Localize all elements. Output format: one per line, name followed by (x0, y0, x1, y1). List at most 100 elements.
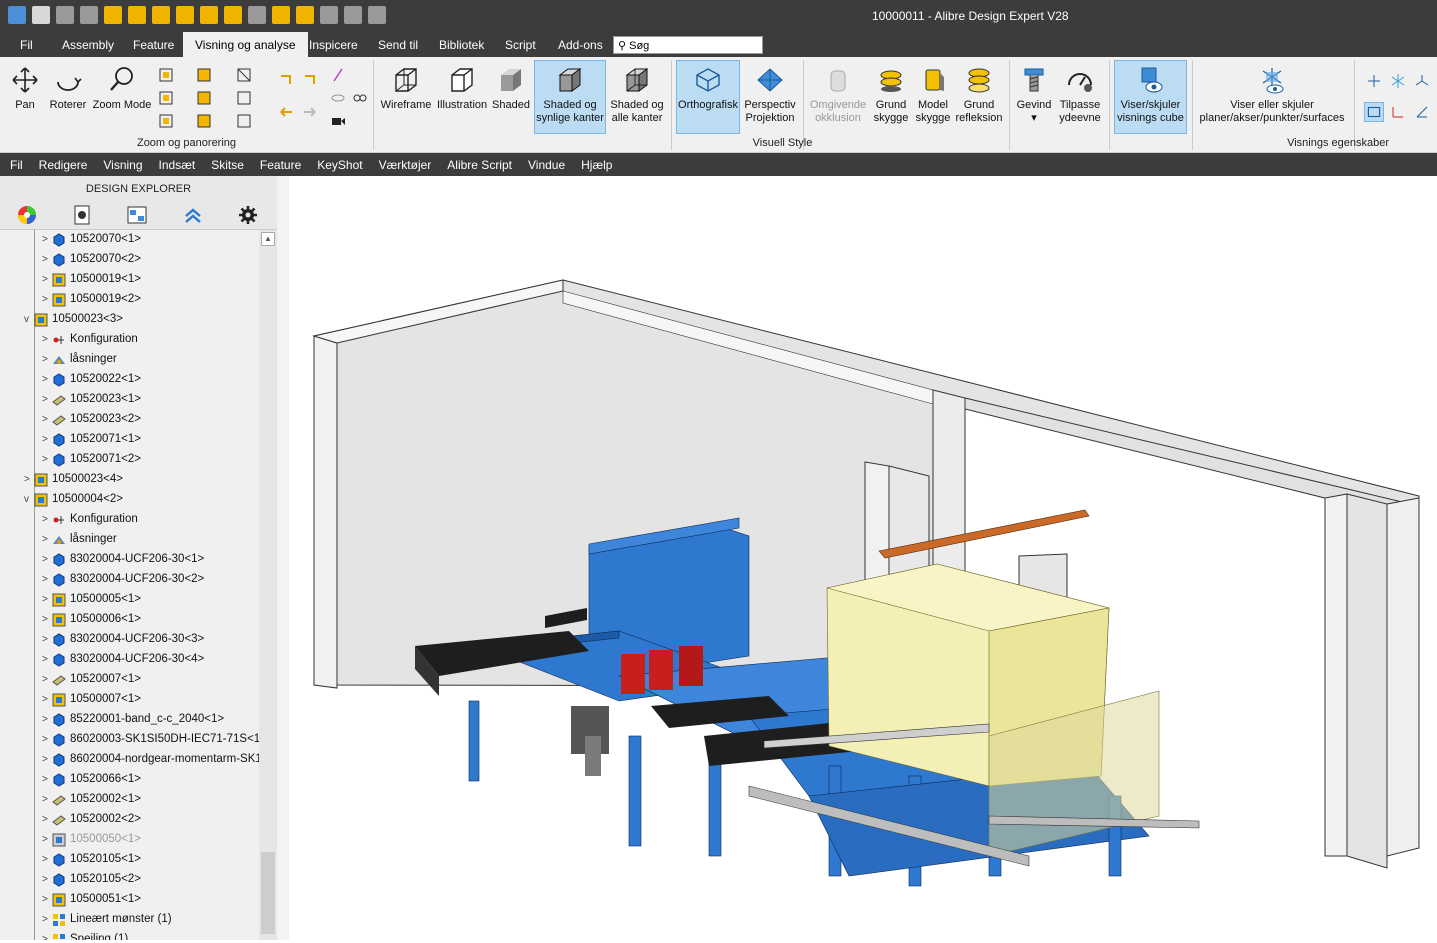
triad-icon[interactable] (1414, 73, 1430, 89)
shaded-all-edges-button[interactable]: Shaded og alle kanter (608, 61, 666, 133)
zoom-out-icon[interactable] (368, 6, 386, 24)
arrow-icon[interactable] (272, 6, 290, 24)
undo-icon[interactable] (56, 6, 74, 24)
properties-icon[interactable] (71, 204, 93, 226)
search-input[interactable]: ⚲ Søg (613, 36, 763, 54)
3d-viewport[interactable] (289, 176, 1437, 940)
collapse-toggle-icon[interactable]: > (42, 834, 52, 845)
menu-alibre-script[interactable]: Alibre Script (447, 158, 512, 172)
collapse-toggle-icon[interactable]: > (42, 434, 52, 445)
explorer-scrollbar[interactable]: ▲ (259, 230, 277, 940)
menu-hjaelp[interactable]: Hjælp (581, 158, 612, 172)
collapse-toggle-icon[interactable]: > (42, 734, 52, 745)
zoom-window-icon[interactable] (158, 90, 174, 106)
view-back-icon[interactable] (236, 90, 252, 106)
wireframe-button[interactable]: Wireframe (379, 61, 433, 133)
pan-button[interactable]: Pan (8, 61, 42, 133)
shaded-visible-edges-button[interactable]: Shaded og synlige kanter (534, 60, 606, 134)
collapse-toggle-icon[interactable]: > (42, 894, 52, 905)
view-right-icon[interactable] (196, 113, 212, 129)
collapse-toggle-icon[interactable]: > (42, 374, 52, 385)
open-recent-icon[interactable] (200, 6, 218, 24)
open-icon[interactable] (176, 6, 194, 24)
explorer-tree[interactable]: >10520070<1> >10520070<2> >10500019<1> >105… (0, 230, 259, 940)
collapse-toggle-icon[interactable]: > (42, 674, 52, 685)
chevron-down-icon[interactable]: ▾ (1031, 112, 1037, 124)
thread-button[interactable]: Gevind ▾ (1014, 61, 1054, 133)
collapse-toggle-icon[interactable]: > (42, 634, 52, 645)
collapse-toggle-icon[interactable]: > (42, 334, 52, 345)
collapse-toggle-icon[interactable]: > (42, 574, 52, 585)
camera-icon[interactable] (330, 113, 346, 129)
collapse-up-icon[interactable] (182, 204, 204, 226)
design-table-icon[interactable] (126, 204, 148, 226)
orthographic-button[interactable]: Orthografisk (676, 60, 740, 134)
collapse-toggle-icon[interactable]: > (42, 414, 52, 425)
prev-view-icon[interactable] (278, 72, 294, 88)
tab-script[interactable]: Script (505, 38, 536, 52)
sketch-icon[interactable] (1390, 104, 1406, 120)
scroll-thumb[interactable] (261, 852, 275, 934)
tab-inspicere[interactable]: Inspicere (309, 38, 358, 52)
angle-icon[interactable] (1414, 104, 1430, 120)
menu-vaerktojer[interactable]: Værktøjer (379, 158, 432, 172)
menu-redigere[interactable]: Redigere (39, 158, 88, 172)
collapse-toggle-icon[interactable]: > (42, 694, 52, 705)
panel-splitter[interactable] (277, 176, 289, 940)
planes-axes-toggle-button[interactable]: Viser eller skjuler planer/akser/punkter… (1196, 61, 1348, 133)
model-shadow-button[interactable]: Model skygge (913, 61, 953, 133)
collapse-toggle-icon[interactable]: > (42, 614, 52, 625)
color-wheel-icon[interactable] (16, 204, 38, 226)
expand-toggle-icon[interactable]: v (24, 494, 34, 505)
ground-shadow-button[interactable]: Grund skygge (871, 61, 911, 133)
scroll-up-button[interactable]: ▲ (261, 232, 275, 246)
section-icon[interactable] (330, 67, 346, 83)
gear-icon[interactable] (237, 204, 259, 226)
next-view-icon[interactable] (302, 72, 318, 88)
view-top-icon[interactable] (196, 90, 212, 106)
collapse-toggle-icon[interactable]: > (24, 474, 34, 485)
menu-vindue[interactable]: Vindue (528, 158, 565, 172)
menu-indsaet[interactable]: Indsæt (159, 158, 196, 172)
app-logo-icon[interactable] (8, 6, 26, 24)
rotate-button[interactable]: Roterer (48, 61, 88, 133)
collapse-toggle-icon[interactable]: > (42, 234, 52, 245)
menu-fil[interactable]: Fil (10, 158, 23, 172)
shaded-button[interactable]: Shaded (490, 61, 532, 133)
collapse-toggle-icon[interactable]: > (42, 814, 52, 825)
perspective-button[interactable]: Perspectiv Projektion (742, 61, 798, 133)
view-front-icon[interactable] (196, 67, 212, 83)
performance-button[interactable]: Tilpasse ydeevne (1056, 61, 1104, 133)
collapse-toggle-icon[interactable]: > (42, 594, 52, 605)
eye-icon[interactable] (330, 90, 346, 106)
zoom-mode-button[interactable]: Zoom Mode (92, 61, 152, 133)
collapse-toggle-icon[interactable]: > (42, 654, 52, 665)
arrow2-icon[interactable] (296, 6, 314, 24)
new-assembly-icon[interactable] (128, 6, 146, 24)
collapse-toggle-icon[interactable]: > (42, 354, 52, 365)
forward-arrow-icon[interactable] (302, 104, 318, 120)
collapse-toggle-icon[interactable]: > (42, 394, 52, 405)
collapse-toggle-icon[interactable]: > (42, 794, 52, 805)
collapse-toggle-icon[interactable]: > (42, 934, 52, 940)
ground-reflection-button[interactable]: Grund refleksion (955, 61, 1003, 133)
tab-visning-og-analyse[interactable]: Visning og analyse (183, 32, 308, 57)
expand-toggle-icon[interactable]: v (24, 314, 34, 325)
tab-add-ons[interactable]: Add-ons (558, 38, 603, 52)
measure-icon[interactable] (320, 6, 338, 24)
save-icon[interactable] (32, 6, 50, 24)
ambient-occlusion-button[interactable]: Omgivende okklusion (808, 61, 868, 133)
menu-visning[interactable]: Visning (103, 158, 142, 172)
axes-icon[interactable] (1366, 73, 1382, 89)
snowflake-icon[interactable] (1390, 73, 1406, 89)
collapse-toggle-icon[interactable]: > (42, 294, 52, 305)
new-drawing-icon[interactable] (152, 6, 170, 24)
tab-fil[interactable]: Fil (20, 38, 33, 52)
collapse-toggle-icon[interactable]: > (42, 874, 52, 885)
collapse-toggle-icon[interactable]: > (42, 274, 52, 285)
view-iso-icon[interactable] (236, 67, 252, 83)
collapse-toggle-icon[interactable]: > (42, 454, 52, 465)
collapse-toggle-icon[interactable]: > (42, 854, 52, 865)
collapse-toggle-icon[interactable]: > (42, 714, 52, 725)
tab-feature[interactable]: Feature (133, 38, 174, 52)
